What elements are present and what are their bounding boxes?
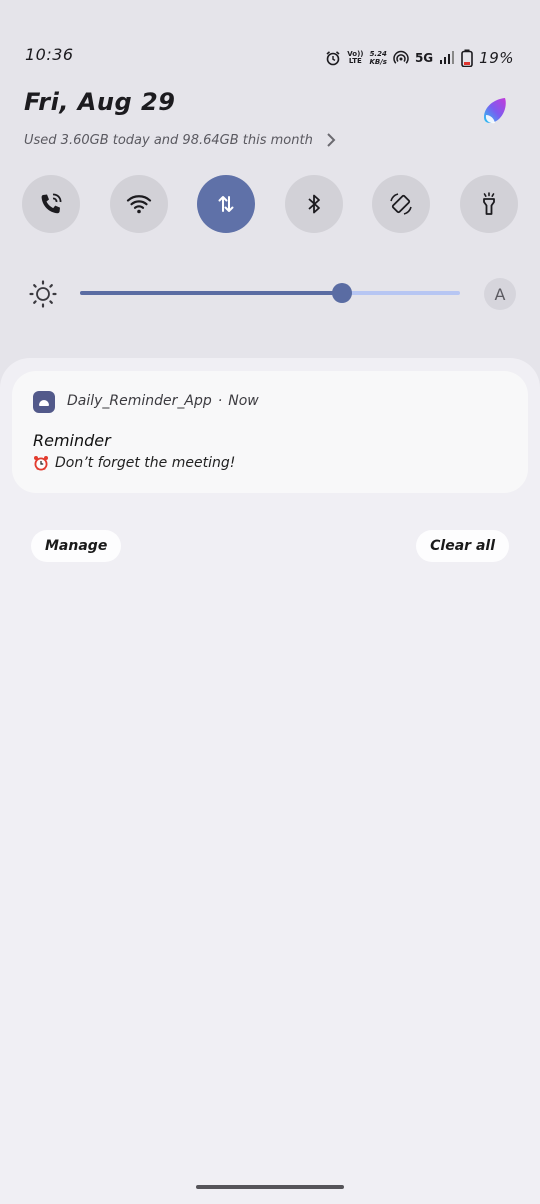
chevron-right-icon: [327, 133, 336, 147]
status-icons: Vo)) LTE 5.24 KB/s 5G 19%: [325, 46, 514, 70]
notification-title: Reminder: [33, 431, 111, 450]
qs-tile-calls[interactable]: [22, 175, 80, 233]
clear-all-button[interactable]: Clear all: [416, 530, 509, 562]
brightness-icon: [29, 280, 57, 308]
flashlight-icon: [483, 192, 495, 215]
network-type: 5G: [414, 51, 434, 65]
rotate-icon: [390, 193, 413, 215]
notification-time: Now: [228, 393, 259, 409]
app-icon: [33, 391, 55, 413]
hotspot-icon: [393, 50, 409, 66]
separator-dot: ·: [217, 393, 223, 409]
notification-text: Don’t forget the meeting!: [55, 455, 236, 471]
data-usage-link[interactable]: Used 3.60GB today and 98.64GB this month: [24, 132, 339, 148]
app-name: Daily_Reminder_App: [67, 393, 212, 409]
speed-value: 5.24: [369, 50, 387, 58]
brightness-control: A: [28, 277, 516, 310]
battery-icon: [461, 49, 473, 67]
phone-wifi-icon: [41, 193, 62, 214]
notification-body: Don’t forget the meeting!: [33, 455, 235, 471]
clock: 10:36: [25, 45, 74, 64]
brightness-slider[interactable]: [80, 283, 460, 303]
notification-card[interactable]: Daily_Reminder_App · Now Reminder Don’t …: [12, 371, 528, 493]
alarm-clock-icon: [34, 456, 48, 471]
volte-icon: Vo)) LTE: [347, 51, 363, 65]
data-arrows-icon: [218, 196, 234, 212]
bluetooth-icon: [308, 194, 320, 214]
navigation-handle[interactable]: [196, 1185, 344, 1189]
brightness-slider-thumb[interactable]: [332, 283, 353, 303]
quick-settings: [22, 175, 518, 233]
data-usage-text: Used 3.60GB today and 98.64GB this month: [24, 132, 313, 148]
auto-brightness-button[interactable]: A: [484, 278, 516, 310]
signal-icon: [439, 51, 455, 65]
status-bar: 10:36 Vo)) LTE 5.24 KB/s 5G 19%: [0, 0, 540, 67]
wifi-icon: [126, 195, 151, 214]
notification-header: Daily_Reminder_App · Now: [67, 393, 259, 409]
qs-tile-auto-rotate[interactable]: [372, 175, 431, 233]
volte-bottom-label: LTE: [348, 57, 362, 65]
qs-tile-mobile-data[interactable]: [197, 175, 256, 233]
battery-percent: 19%: [479, 49, 514, 67]
date-label: Fri, Aug 29: [24, 88, 176, 116]
brand-logo-icon[interactable]: [478, 93, 512, 127]
alarm-icon: [325, 50, 341, 66]
network-speed: 5.24 KB/s: [369, 50, 386, 66]
qs-tile-wifi[interactable]: [109, 175, 168, 233]
brightness-slider-fill: [80, 291, 343, 295]
manage-button[interactable]: Manage: [31, 530, 122, 562]
speed-unit: KB/s: [369, 58, 387, 66]
qs-tile-flashlight[interactable]: [459, 175, 518, 233]
qs-tile-bluetooth[interactable]: [284, 175, 343, 233]
